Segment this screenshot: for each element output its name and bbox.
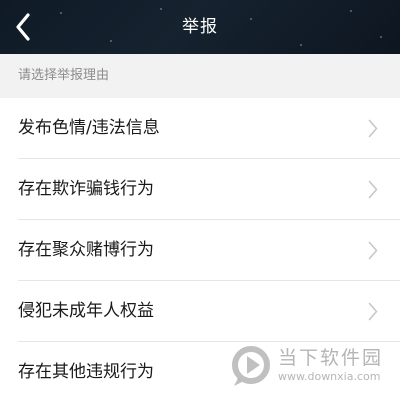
chevron-right-icon xyxy=(368,119,378,138)
navigation-bar: 举报 xyxy=(0,0,400,54)
report-reason-item[interactable]: 存在聚众赌博行为 xyxy=(0,220,400,281)
report-reason-label: 存在其他违规行为 xyxy=(18,362,154,382)
page-title: 举报 xyxy=(182,17,218,37)
report-reason-item[interactable]: 存在其他违规行为 xyxy=(0,342,400,403)
chevron-right-icon xyxy=(368,241,378,260)
section-header-label: 请选择举报理由 xyxy=(18,68,110,83)
report-reason-label: 发布色情/违法信息 xyxy=(18,118,160,138)
report-reason-item[interactable]: 存在欺诈骗钱行为 xyxy=(0,159,400,220)
report-reason-label: 存在聚众赌博行为 xyxy=(18,240,154,260)
report-reason-item[interactable]: 发布色情/违法信息 xyxy=(0,98,400,159)
report-reason-item[interactable]: 侵犯未成年人权益 xyxy=(0,281,400,342)
report-reason-label: 存在欺诈骗钱行为 xyxy=(18,179,154,199)
chevron-right-icon xyxy=(368,302,378,321)
section-header: 请选择举报理由 xyxy=(0,54,400,98)
report-reason-label: 侵犯未成年人权益 xyxy=(18,301,154,321)
report-reason-list: 发布色情/违法信息 存在欺诈骗钱行为 存在聚众赌博行为 侵犯未成年人权益 存在其… xyxy=(0,98,400,403)
chevron-right-icon xyxy=(368,180,378,199)
